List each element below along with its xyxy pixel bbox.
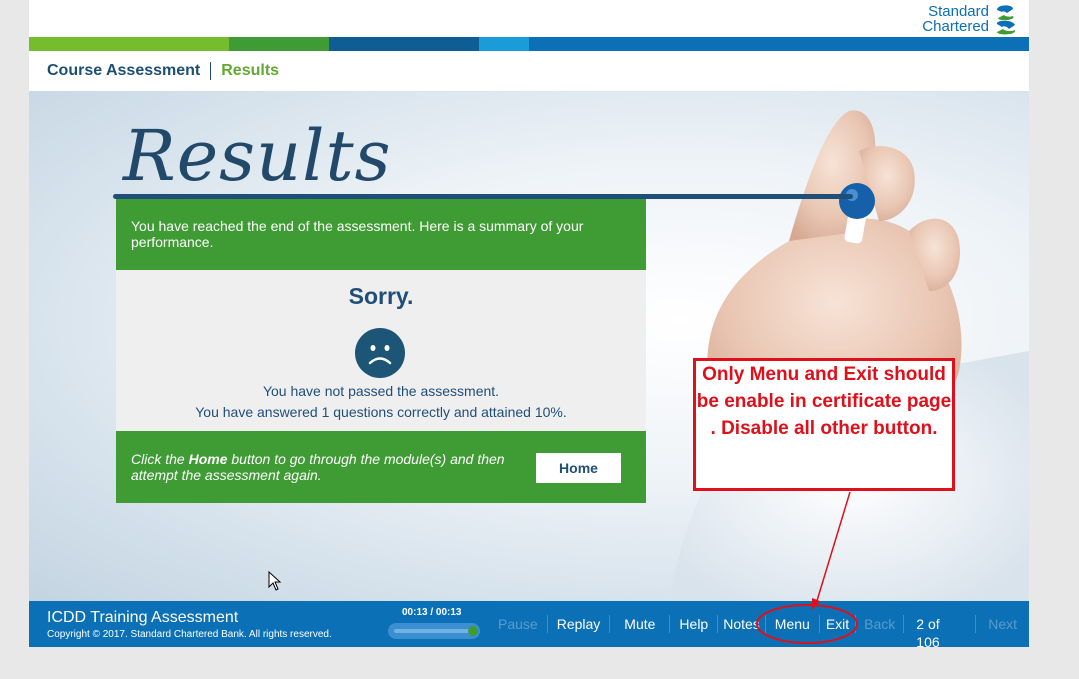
not-passed-message: You have not passed the assessment. bbox=[262, 383, 500, 399]
logo-line-2: Chartered bbox=[922, 18, 989, 35]
menu-button[interactable]: Menu bbox=[764, 615, 819, 633]
mute-button[interactable]: Mute bbox=[609, 615, 669, 633]
result-panel: You have reached the end of the assessme… bbox=[116, 199, 646, 503]
seek-bar[interactable] bbox=[388, 623, 480, 639]
player-controls: Pause Replay Mute Help Notes Menu Exit B… bbox=[489, 601, 1029, 647]
bank-logo-icon bbox=[996, 5, 1016, 35]
breadcrumb-current: Results bbox=[221, 62, 280, 79]
page-counter: 2 of 106 bbox=[903, 615, 975, 647]
help-button[interactable]: Help bbox=[669, 615, 717, 633]
breadcrumb-course: Course Assessment bbox=[47, 62, 201, 79]
result-body: Sorry. You have not passed the assessmen… bbox=[116, 270, 646, 431]
summary-text: You have reached the end of the assessme… bbox=[116, 199, 646, 270]
home-button[interactable]: Home bbox=[536, 453, 621, 483]
mouse-pointer-icon bbox=[268, 571, 282, 591]
copyright-text: Copyright © 2017. Standard Chartered Ban… bbox=[47, 629, 332, 640]
notes-button[interactable]: Notes bbox=[717, 615, 765, 633]
brand-stripe bbox=[29, 37, 1029, 51]
pause-button[interactable]: Pause bbox=[489, 615, 547, 633]
breadcrumb: Course Assessment Results bbox=[47, 62, 279, 80]
results-stage: Results You have reached the end of the … bbox=[29, 91, 1029, 601]
time-readout: 00:13 / 00:13 bbox=[402, 607, 462, 618]
replay-button[interactable]: Replay bbox=[546, 615, 610, 633]
results-heading: Results bbox=[123, 115, 392, 197]
seek-handle[interactable] bbox=[468, 626, 478, 636]
logo-line-1: Standard bbox=[928, 3, 989, 20]
course-player: Standard Chartered Course Assessment Res… bbox=[29, 0, 1029, 647]
home-emphasis: Home bbox=[188, 451, 228, 467]
retry-section: Click the Home button to go through the … bbox=[116, 431, 646, 503]
course-title: ICDD Training Assessment bbox=[47, 609, 239, 626]
sad-face-icon bbox=[355, 328, 405, 378]
exit-button[interactable]: Exit bbox=[818, 615, 855, 633]
player-toolbar: ICDD Training Assessment Copyright © 201… bbox=[29, 601, 1029, 647]
seek-progress bbox=[394, 629, 474, 633]
score-message: You have answered 1 questions correctly … bbox=[195, 404, 567, 420]
standard-chartered-logo: Standard Chartered bbox=[922, 2, 1019, 36]
annotation-callout: Only Menu and Exit should be enable in c… bbox=[693, 358, 955, 491]
breadcrumb-divider bbox=[210, 62, 212, 80]
next-button[interactable]: Next bbox=[975, 615, 1029, 633]
retry-instruction: Click the Home button to go through the … bbox=[131, 451, 505, 483]
back-button[interactable]: Back bbox=[855, 615, 903, 633]
verdict-text: Sorry. bbox=[348, 283, 414, 309]
